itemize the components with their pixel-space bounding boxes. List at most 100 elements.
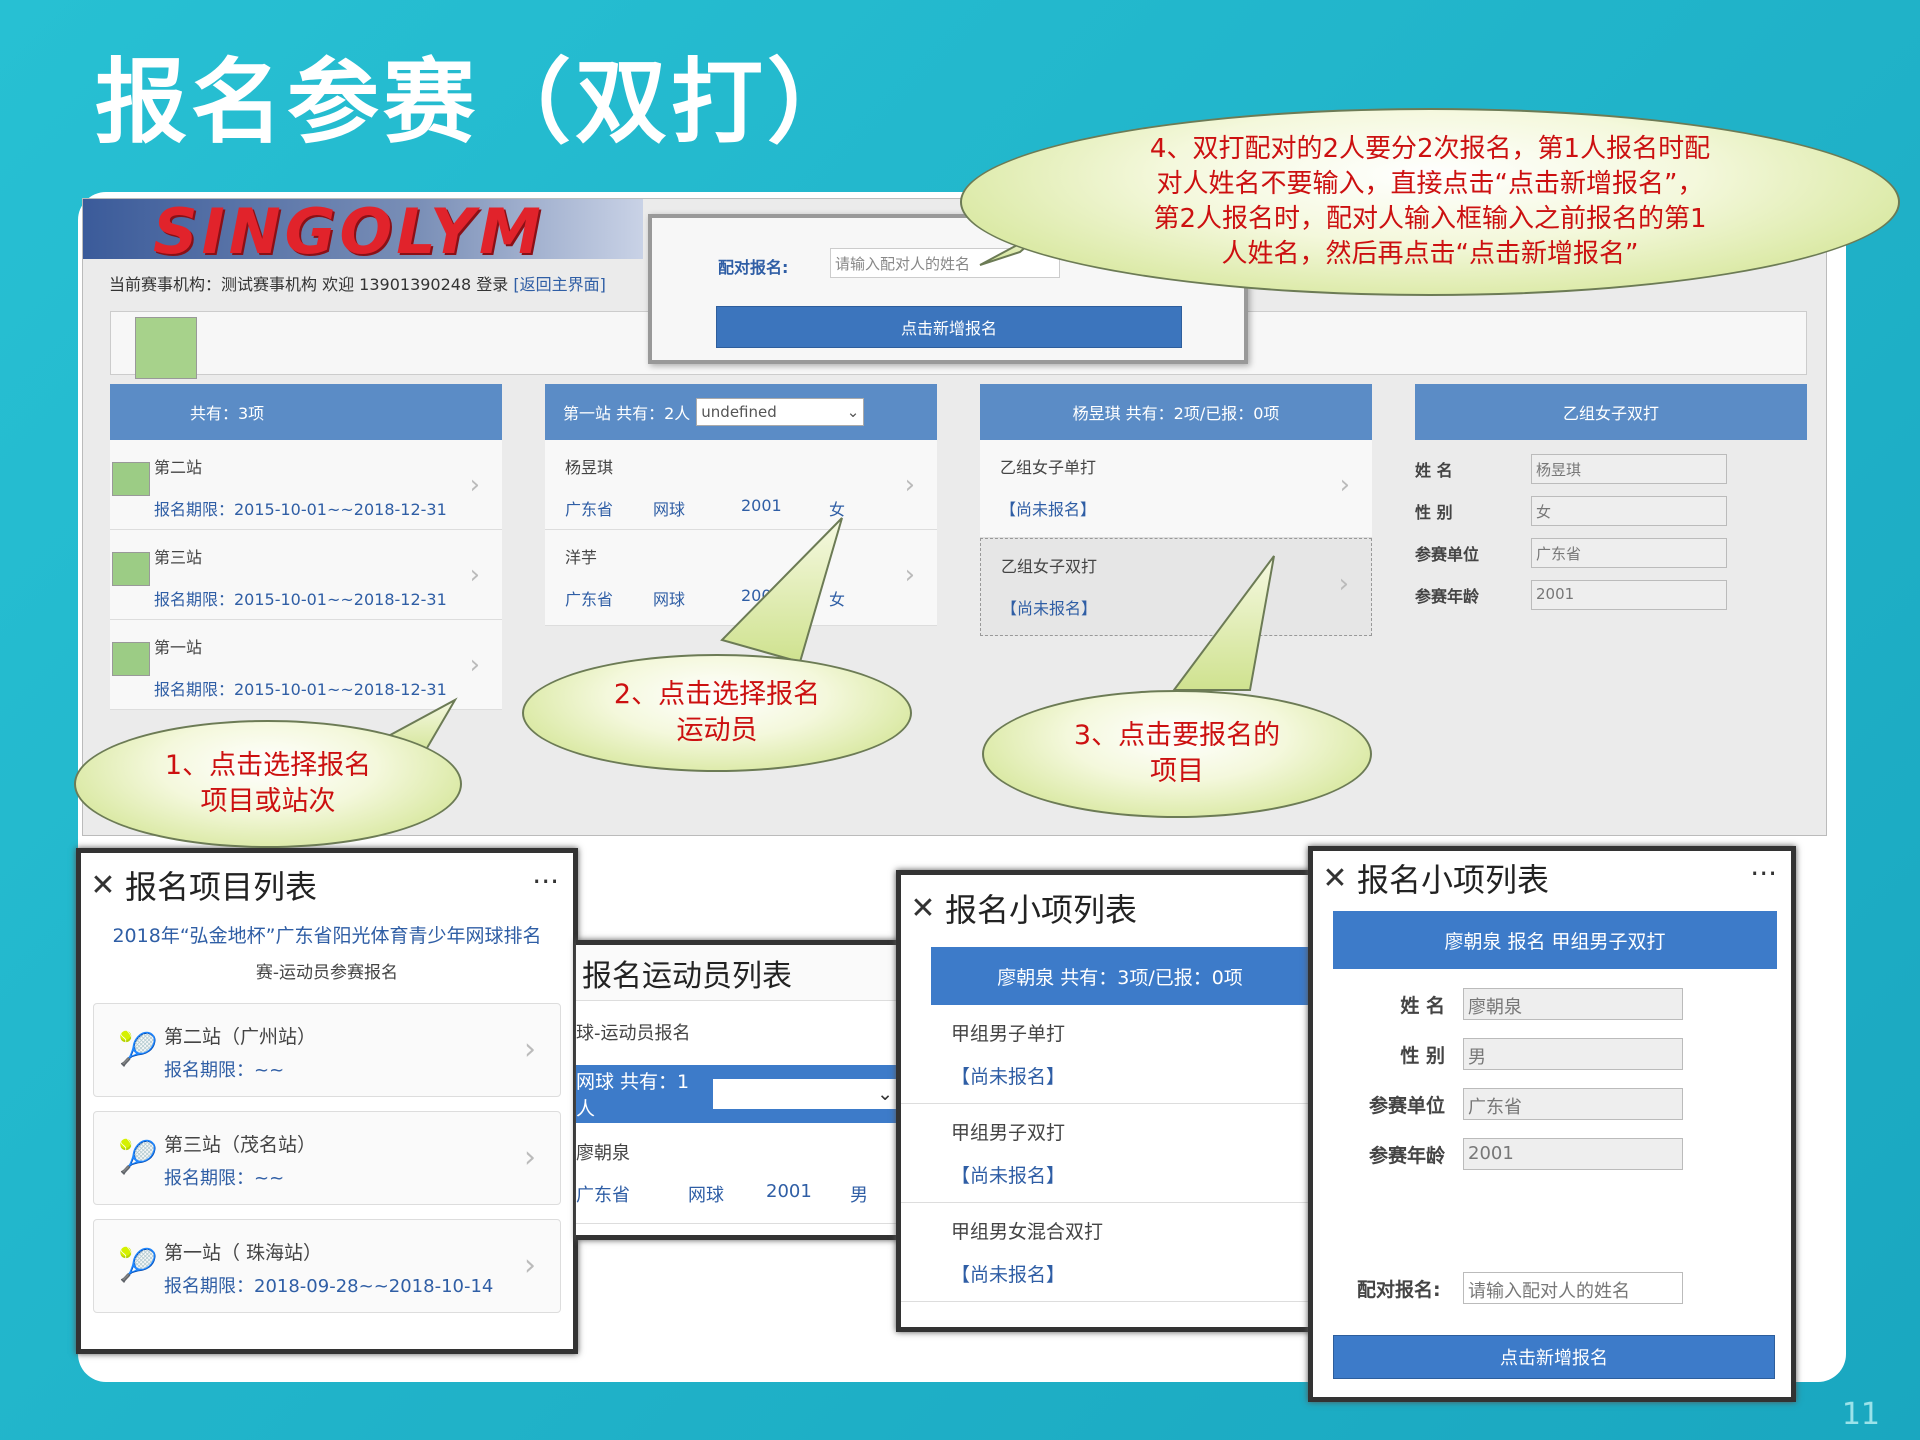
station-period: 报名期限：~~: [164, 1168, 285, 1189]
name-label: 姓 名: [1415, 461, 1453, 480]
athlete-item[interactable]: 廖朝泉 广东省 网球 2001 男: [576, 1123, 897, 1224]
event-item[interactable]: 甲组男子单打 【尚未报名】: [901, 1005, 1309, 1104]
station-column: 共有：3项 第二站 报名期限：2015-10-01~~2018-12-31 › …: [110, 384, 502, 710]
callout-step2: 2、点击选择报名 运动员: [522, 654, 912, 772]
more-icon[interactable]: ···: [1750, 857, 1777, 890]
station-period: 报名期限：2015-10-01~~2018-12-31: [154, 590, 447, 609]
unit-field[interactable]: 广东省: [1463, 1088, 1683, 1120]
athlete-name: 洋芋: [565, 548, 598, 567]
station-name: 第二站（广州站）: [164, 1026, 317, 1048]
close-icon[interactable]: ✕: [81, 868, 125, 903]
station-thumb: [112, 642, 150, 676]
station-item[interactable]: 第一站 报名期限：2015-10-01~~2018-12-31 ›: [110, 620, 502, 710]
station-card[interactable]: 🎾 第二站（广州站） 报名期限：~~ ›: [93, 1003, 561, 1097]
age-field[interactable]: 2001: [1531, 580, 1727, 610]
athlete-province: 广东省: [576, 1185, 630, 1206]
event-name: 甲组男子双打: [951, 1122, 1066, 1144]
athlete-item[interactable]: 洋芋 广东省 网球 2001 女 ›: [545, 530, 937, 626]
event-name: 乙组女子单打: [1000, 458, 1097, 477]
station-card[interactable]: 🎾 第三站（茂名站） 报名期限：~~ ›: [93, 1111, 561, 1205]
athlete-sex: 男: [850, 1185, 868, 1206]
athlete-year: 2001: [741, 586, 782, 605]
pair-name-input[interactable]: 请输入配对人的姓名: [830, 248, 1060, 278]
age-label: 参赛年龄: [1368, 1144, 1445, 1167]
logo-banner: SINGOLYM: [83, 199, 643, 259]
group-select[interactable]: undefined ⌄: [696, 398, 865, 426]
station-period: 报名期限：2018-09-28~~2018-10-14: [164, 1276, 494, 1297]
athlete-meta: 广东省 网球 2001 男: [576, 1181, 897, 1207]
form-header-bar: 廖朝泉 报名 甲组男子双打: [1333, 911, 1777, 969]
event-status: 【尚未报名】: [1001, 599, 1098, 618]
add-registration-button[interactable]: 点击新增报名: [716, 306, 1182, 348]
athlete-item[interactable]: 杨昱琪 广东省 网球 2001 女 ›: [545, 440, 937, 530]
event-status: 【尚未报名】: [951, 1165, 1066, 1187]
pair-name-input[interactable]: 请输入配对人的姓名: [1463, 1272, 1683, 1304]
athlete-province: 广东省: [565, 500, 614, 519]
athlete-sport: 网球: [688, 1185, 724, 1206]
chevron-right-icon: ›: [904, 470, 915, 500]
close-icon[interactable]: ✕: [901, 891, 945, 926]
event-status: 【尚未报名】: [951, 1066, 1066, 1088]
athlete-sport: 网球: [653, 590, 686, 609]
unit-label: 参赛单位: [1415, 545, 1480, 564]
event-column: 杨昱琪 共有：2项/已报：0项 乙组女子单打 【尚未报名】 › 乙组女子双打 【…: [980, 384, 1372, 636]
callout-step3: 3、点击要报名的 项目: [982, 690, 1372, 818]
chevron-right-icon: ›: [469, 470, 480, 500]
registration-fields: 姓 名 杨昱琪 性 别 女 参赛单位 广东省 参赛年龄 2001: [1415, 440, 1807, 616]
chevron-right-icon: ›: [524, 1140, 536, 1175]
tennis-player-icon: 🎾: [118, 1138, 158, 1176]
chevron-right-icon: ›: [1339, 470, 1350, 500]
mobile-event-list: ✕ 报名项目列表 ··· 2018年“弘金地杯”广东省阳光体育青少年网球排名 赛-运…: [76, 848, 578, 1354]
athlete-sport: 网球: [653, 500, 686, 519]
athlete-province: 广东省: [565, 590, 614, 609]
mobile-athlete-list: 报名运动员列表 球-运动员报名 网球 共有：1人 ⌄ 廖朝泉 广东省 网球 20…: [576, 940, 902, 1240]
athlete-name: 杨昱琪: [565, 458, 614, 477]
group-select[interactable]: ⌄: [712, 1079, 897, 1109]
mobile-title: 报名运动员列表: [576, 945, 897, 1001]
athlete-count: 网球 共有：1人: [576, 1071, 690, 1120]
age-field[interactable]: 2001: [1463, 1138, 1683, 1170]
sex-field[interactable]: 男: [1463, 1038, 1683, 1070]
event-item[interactable]: 乙组女子单打 【尚未报名】 ›: [980, 440, 1372, 538]
pair-label: 配对报名:: [1357, 1278, 1441, 1301]
registration-form: 乙组女子双打 姓 名 杨昱琪 性 别 女 参赛单位 广东省 参赛年龄 2001: [1415, 384, 1807, 616]
close-icon[interactable]: ✕: [1313, 861, 1357, 896]
event-item[interactable]: 甲组男女混合双打 【尚未报名】: [901, 1203, 1309, 1302]
registration-form-header: 乙组女子双打: [1415, 384, 1807, 440]
sex-field[interactable]: 女: [1531, 496, 1727, 526]
station-item[interactable]: 第二站 报名期限：2015-10-01~~2018-12-31 ›: [110, 440, 502, 530]
chevron-right-icon: ›: [904, 560, 915, 590]
unit-field[interactable]: 广东省: [1531, 538, 1727, 568]
event-name: 甲组男子单打: [951, 1023, 1066, 1045]
mobile-title: 报名小项列表: [1357, 861, 1550, 899]
station-name: 第一站（ 珠海站）: [164, 1242, 323, 1264]
add-registration-button[interactable]: 点击新增报名: [1333, 1335, 1775, 1379]
chevron-right-icon: ›: [524, 1032, 536, 1067]
sex-label: 性 别: [1400, 1044, 1445, 1067]
event-name: 乙组女子双打: [1001, 557, 1098, 576]
sex-label: 性 别: [1415, 503, 1453, 522]
station-period: 报名期限：2015-10-01~~2018-12-31: [154, 680, 447, 699]
group-select-value: undefined: [701, 403, 777, 421]
chevron-down-icon: ⌄: [877, 1083, 893, 1105]
event-item-selected[interactable]: 乙组女子双打 【尚未报名】 ›: [980, 538, 1372, 636]
tennis-player-icon: 🎾: [118, 1030, 158, 1068]
station-item[interactable]: 第三站 报名期限：2015-10-01~~2018-12-31 ›: [110, 530, 502, 620]
station-card[interactable]: 🎾 第一站（ 珠海站） 报名期限：2018-09-28~~2018-10-14 …: [93, 1219, 561, 1313]
header-info: 当前赛事机构：测试赛事机构 欢迎 13901390248 登录 [返回主界面]: [109, 271, 606, 295]
name-field[interactable]: 廖朝泉: [1463, 988, 1683, 1020]
station-name: 第一站: [154, 638, 203, 657]
age-label: 参赛年龄: [1415, 587, 1480, 606]
event-column-header: 杨昱琪 共有：2项/已报：0项: [980, 384, 1372, 440]
user-avatar: [135, 317, 197, 379]
event-item[interactable]: 甲组男子双打 【尚未报名】: [901, 1104, 1309, 1203]
event-subtitle: 赛-运动员参赛报名: [255, 963, 399, 983]
mobile-title: 报名项目列表: [125, 868, 318, 906]
event-title: 2018年“弘金地杯”广东省阳光体育青少年网球排名: [112, 925, 542, 947]
athlete-subtitle: 球-运动员报名: [576, 1023, 691, 1044]
more-icon[interactable]: ···: [532, 865, 559, 898]
event-name: 甲组男女混合双打: [951, 1221, 1104, 1243]
back-link[interactable]: [返回主界面]: [513, 275, 606, 294]
station-name: 第二站: [154, 458, 203, 477]
name-field[interactable]: 杨昱琪: [1531, 454, 1727, 484]
